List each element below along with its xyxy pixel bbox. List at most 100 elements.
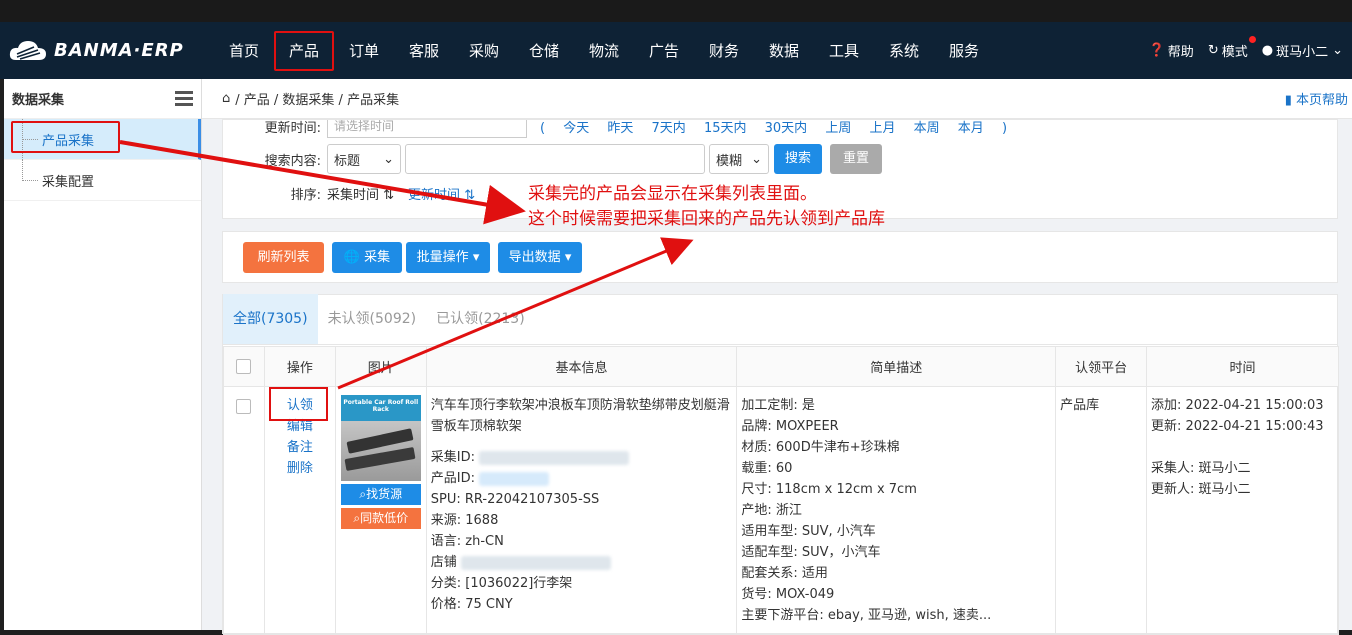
find-source-button[interactable]: ⌕找货源 <box>340 484 421 505</box>
nav-purchase[interactable]: 采购 <box>454 31 514 71</box>
user-menu[interactable]: ● 斑马小二 ⌄ <box>1262 41 1346 60</box>
collect-id-line: 采集ID: <box>431 447 733 468</box>
sort-update-time[interactable]: 更新时间 ⇅ <box>408 184 475 203</box>
reset-button[interactable]: 重置 <box>830 144 883 174</box>
sort-collect-time[interactable]: 采集时间 ⇅ <box>327 184 394 203</box>
row-description: 加工定制: 是 品牌: MOXPEER 材质: 600D牛津布+珍珠棉 载重: … <box>736 386 1057 635</box>
nav-logistics[interactable]: 物流 <box>574 31 634 71</box>
search-field-select[interactable]: 标题 ⌄ <box>327 144 401 174</box>
collect-button[interactable]: 🌐 采集 <box>332 242 402 273</box>
range-30days[interactable]: 30天内 <box>765 121 808 136</box>
annotation-line-2: 这个时候需要把采集回来的产品先认领到产品库 <box>528 209 885 229</box>
annotation-line-1: 采集完的产品会显示在采集列表里面。 <box>528 184 817 204</box>
tab-all[interactable]: 全部(7305) <box>223 294 318 344</box>
nav-service[interactable]: 客服 <box>394 31 454 71</box>
row-checkbox[interactable] <box>236 399 252 414</box>
product-image[interactable]: Portable Car Roof Roll Rack <box>340 395 421 481</box>
desc-line: 尺寸: 118cm x 12cm x 7cm <box>741 482 917 497</box>
range-last-week[interactable]: 上周 <box>825 121 851 136</box>
paren-open: ( <box>540 120 546 136</box>
nav-warehouse[interactable]: 仓储 <box>514 31 574 71</box>
note-link[interactable]: 备注 <box>269 437 331 458</box>
tab-claimed[interactable]: 已认领(2213) <box>426 294 535 344</box>
desc-line: 品牌: MOXPEER <box>741 419 839 434</box>
search-button[interactable]: 搜索 <box>774 144 823 174</box>
desc-line: 加工定制: 是 <box>741 398 815 413</box>
product-title[interactable]: 汽车车顶行李软架冲浪板车顶防滑软垫绑带皮划艇滑雪板车顶棉软架 <box>431 395 733 437</box>
range-this-week[interactable]: 本周 <box>914 121 940 136</box>
paren-close: ) <box>1001 120 1008 136</box>
brand-logo[interactable]: BANMA·ERP <box>8 38 208 64</box>
home-icon[interactable]: ⌂ <box>222 91 230 106</box>
hamburger-menu-icon[interactable] <box>175 88 193 109</box>
match-mode-select[interactable]: 模糊 ⌄ <box>709 144 769 174</box>
sidebar-title: 数据采集 <box>12 93 65 108</box>
mode-toggle[interactable]: ↻ 模式 <box>1208 36 1256 60</box>
sidebar-item-label: 采集配置 <box>42 174 95 190</box>
source-line: 来源: 1688 <box>430 513 499 528</box>
nav-right: ❓ 帮助 ↻ 模式 ● 斑马小二 ⌄ <box>1135 36 1346 60</box>
shop-value <box>460 555 611 570</box>
header-image: 图片 <box>334 346 427 387</box>
sidebar-item-collect-config[interactable]: 采集配置 <box>4 160 201 201</box>
table-row: 认领 编辑 备注 删除 Portable Car Roof Roll Rack … <box>223 386 1339 635</box>
desc-line: 材质: 600D牛津布+珍珠棉 <box>741 440 900 455</box>
range-last-month[interactable]: 上月 <box>869 121 895 136</box>
annotation-note: 采集完的产品会显示在采集列表里面。 这个时候需要把采集回来的产品先认领到产品库 <box>528 182 885 232</box>
time-range-input[interactable]: 请选择时间 <box>327 120 527 138</box>
breadcrumb: ⌂ / 产品 / 数据采集 / 产品采集 ▮ 本页帮助 <box>202 79 1352 119</box>
desc-line: 配套关系: 适用 <box>741 566 828 581</box>
nav-data[interactable]: 数据 <box>754 31 814 71</box>
sort-collect-time-label: 采集时间 <box>327 188 380 203</box>
updated-time: 更新: 2022-04-21 15:00:43 <box>1151 419 1324 434</box>
range-7days[interactable]: 7天内 <box>652 121 686 136</box>
update-time-label: 更新时间: <box>264 120 321 136</box>
help-label: 帮助 <box>1167 45 1194 60</box>
question-icon: ❓ <box>1148 43 1165 58</box>
search-input[interactable] <box>405 144 705 174</box>
nav-orders[interactable]: 订单 <box>334 31 394 71</box>
lang-line: 语言: zh-CN <box>430 534 504 549</box>
nav-ads[interactable]: 广告 <box>634 31 694 71</box>
desc-line: 货号: MOX-049 <box>741 587 835 602</box>
refresh-list-button[interactable]: 刷新列表 <box>243 242 324 273</box>
price-line: 价格: 75 CNY <box>430 597 513 612</box>
help-link[interactable]: ❓ 帮助 <box>1149 41 1194 60</box>
nav-tools[interactable]: 工具 <box>814 31 874 71</box>
delete-link[interactable]: 删除 <box>269 458 331 479</box>
nav-product[interactable]: 产品 <box>274 30 334 71</box>
tab-unclaimed[interactable]: 未认领(5092) <box>318 294 427 344</box>
range-15days[interactable]: 15天内 <box>704 121 747 136</box>
product-id-value[interactable] <box>479 471 550 486</box>
page-help-link[interactable]: ▮ 本页帮助 <box>1285 89 1348 108</box>
select-all-checkbox[interactable] <box>236 359 252 374</box>
header-basic-info: 基本信息 <box>425 346 738 387</box>
range-yesterday[interactable]: 昨天 <box>607 121 633 136</box>
chevron-down-icon: ⌄ <box>751 151 762 167</box>
globe-icon: 🌐 <box>343 250 361 265</box>
export-data-button[interactable]: 导出数据 ▾ <box>498 242 582 273</box>
range-this-month[interactable]: 本月 <box>958 121 984 136</box>
header-platform: 认领平台 <box>1055 346 1147 387</box>
same-low-price-button[interactable]: ⌕同款低价 <box>340 508 421 529</box>
sidebar: 数据采集 产品采集 采集配置 <box>4 79 202 630</box>
mode-label: 模式 <box>1221 45 1248 60</box>
toolbar-panel: 刷新列表 🌐 采集 批量操作 ▾ 导出数据 ▾ <box>222 231 1338 283</box>
annotation-box-claim <box>269 387 328 421</box>
nav-system[interactable]: 系统 <box>874 31 934 71</box>
shop-label: 店铺 <box>430 555 457 570</box>
nav-home[interactable]: 首页 <box>214 31 274 71</box>
nav-services[interactable]: 服务 <box>934 31 994 71</box>
sidebar-header: 数据采集 <box>4 79 201 119</box>
range-today[interactable]: 今天 <box>563 121 589 136</box>
table-header-row: 操作 图片 基本信息 简单描述 认领平台 时间 <box>223 346 1339 387</box>
match-mode-value: 模糊 <box>716 153 743 169</box>
list-panel: 全部(7305) 未认领(5092) 已认领(2213) 操作 图片 基本信息 … <box>222 294 1339 635</box>
product-id-label: 产品ID: <box>430 471 475 486</box>
desc-line: 适配车型: SUV，小汽车 <box>741 545 881 560</box>
find-source-label: 找货源 <box>366 487 403 501</box>
added-time: 添加: 2022-04-21 15:00:03 <box>1151 398 1324 413</box>
nav-finance[interactable]: 财务 <box>694 31 754 71</box>
top-navbar: BANMA·ERP 首页 产品 订单 客服 采购 仓储 物流 广告 财务 数据 … <box>0 22 1352 79</box>
batch-operations-button[interactable]: 批量操作 ▾ <box>406 242 490 273</box>
